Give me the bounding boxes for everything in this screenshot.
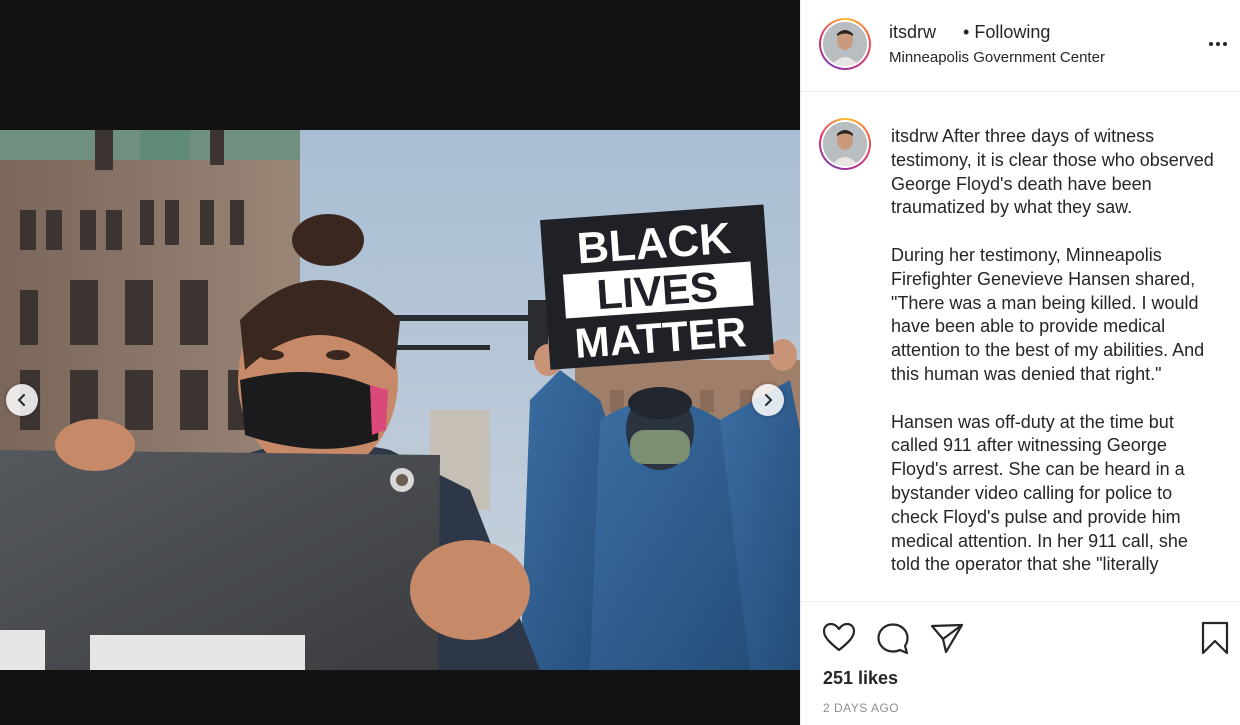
post-photo[interactable]: BLACK LIVES MATTER [0,130,800,670]
sign-line-2: LIVES [595,263,719,318]
header-username-link[interactable]: itsdrw [889,22,936,43]
next-image-button[interactable] [752,384,784,416]
paper-plane-icon [930,623,964,654]
caption-body: After three days of witness testimony, i… [891,126,1214,575]
chevron-right-icon [765,394,773,406]
comment-button[interactable] [875,620,911,656]
media-area: BLACK LIVES MATTER [0,0,800,725]
avatar-image [823,122,867,166]
following-label[interactable]: Following [974,22,1050,42]
post-timestamp[interactable]: 2 DAYS AGO [823,701,899,715]
photo-illustration: BLACK LIVES MATTER [0,130,800,670]
actions-bar: 251 likes 2 DAYS AGO [801,601,1240,725]
more-dot [1223,42,1227,46]
caption-text: itsdrw After three days of witness testi… [891,125,1221,577]
heart-icon [822,622,856,652]
share-button[interactable] [929,620,965,656]
header-avatar[interactable] [819,18,871,70]
post-details-panel: itsdrw • Following Minneapolis Governmen… [800,0,1240,725]
caption-avatar[interactable] [819,118,871,170]
comment-icon [877,623,909,655]
follow-status[interactable]: • Following [963,22,1050,43]
caption-section[interactable]: itsdrw After three days of witness testi… [801,93,1240,601]
save-button[interactable] [1197,620,1233,656]
like-button[interactable] [821,620,857,656]
more-dot [1216,42,1220,46]
previous-image-button[interactable] [6,384,38,416]
likes-count[interactable]: 251 likes [823,668,898,689]
location-link[interactable]: Minneapolis Government Center [889,49,1105,66]
more-dot [1209,42,1213,46]
post-header: itsdrw • Following Minneapolis Governmen… [801,0,1240,92]
chevron-left-icon [17,394,25,406]
more-options-button[interactable] [1203,32,1233,56]
caption-username-link[interactable]: itsdrw [891,126,938,146]
separator-dot: • [963,22,970,42]
avatar-image [823,22,867,66]
bookmark-icon [1201,621,1229,655]
